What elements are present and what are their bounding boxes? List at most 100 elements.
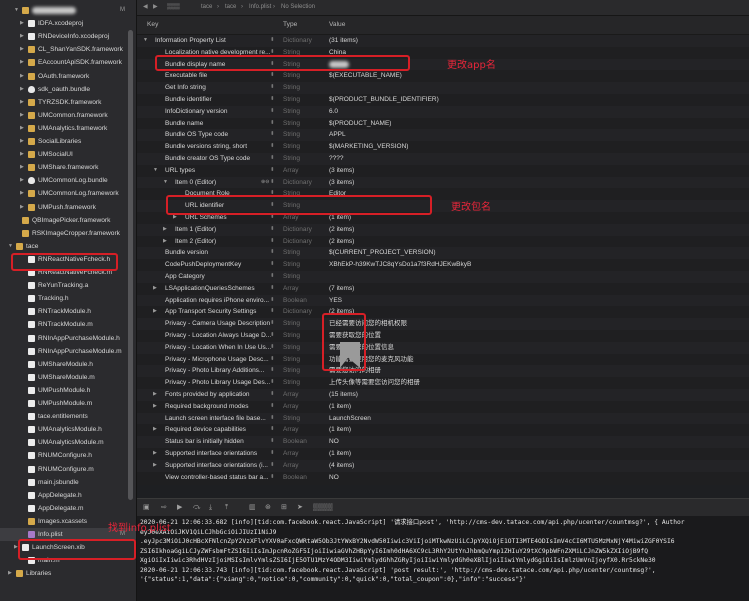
key-stepper-icon[interactable]: ⬍ <box>270 247 275 259</box>
plist-type[interactable]: String <box>283 118 300 130</box>
key-stepper-icon[interactable]: ⬍ <box>270 236 275 248</box>
disclosure-closed-icon[interactable]: ▶ <box>20 135 26 148</box>
key-stepper-icon[interactable]: ⬍ <box>270 224 275 236</box>
sidebar-item[interactable]: ReYunTracking.a <box>0 279 136 292</box>
sidebar-item[interactable]: UMPushModule.h <box>0 384 136 397</box>
plist-type[interactable]: Array <box>283 448 299 460</box>
sidebar-item[interactable]: ▶ IDFA.xcodeproj <box>0 17 136 30</box>
plist-row[interactable]: Bundle OS Type code ⬍ String APPL <box>137 129 749 142</box>
sidebar-item[interactable]: AppDelegate.m <box>0 502 136 515</box>
plist-type[interactable]: String <box>283 141 300 153</box>
key-stepper-icon[interactable]: ⬍ <box>270 306 275 318</box>
key-stepper-icon[interactable]: ⬍ <box>270 295 275 307</box>
plist-type[interactable]: String <box>283 354 300 366</box>
plist-row[interactable]: ▶ Supported interface orientations ⬍ Array (… <box>137 448 749 460</box>
sidebar-item[interactable]: ▶ RNDeviceInfo.xcodeproj <box>0 30 136 43</box>
plist-value[interactable]: 上传头像等需要您访问您的相册 <box>329 377 420 389</box>
sidebar-item[interactable]: AppDelegate.h <box>0 489 136 502</box>
key-stepper-icon[interactable]: ⬍ <box>270 460 275 472</box>
plist-row[interactable]: Privacy - Location When In Use Us... ⬍ Str… <box>137 341 749 354</box>
key-stepper-icon[interactable]: ⬍ <box>270 354 275 366</box>
plist-type[interactable]: Array <box>283 424 299 436</box>
column-value[interactable]: Value <box>329 16 345 34</box>
hide-debug-icon[interactable]: ▣ <box>143 499 150 516</box>
step-out-icon[interactable]: ⤒ <box>225 499 228 516</box>
disclosure-open-icon[interactable]: ▼ <box>8 240 14 253</box>
sidebar-item[interactable]: UMAnalyticsModule.h <box>0 423 136 436</box>
sidebar-item[interactable]: ▼ tace <box>0 240 136 253</box>
sidebar-item[interactable]: ▼ M <box>0 4 136 17</box>
sidebar-item[interactable]: ▶ UMCommonLog.framework <box>0 187 136 200</box>
plist-type[interactable]: String <box>283 106 300 118</box>
breadcrumb-3[interactable]: No Selection <box>281 0 315 15</box>
plist-row[interactable]: ▶ App Transport Security Settings ⬍ Diction… <box>137 306 749 318</box>
plist-type[interactable]: String <box>283 94 300 106</box>
plist-type[interactable]: String <box>283 318 300 330</box>
plist-value[interactable]: $(PRODUCT_BUNDLE_IDENTIFIER) <box>329 94 439 106</box>
add-remove-icon[interactable]: ⊕⊖ <box>261 177 269 189</box>
key-stepper-icon[interactable]: ⬍ <box>270 153 275 165</box>
disclosure-closed-icon[interactable]: ▶ <box>20 17 26 30</box>
key-stepper-icon[interactable]: ⬍ <box>270 330 275 342</box>
plist-value[interactable]: $(PRODUCT_NAME) <box>329 118 391 130</box>
plist-value[interactable]: (1 item) <box>329 401 351 413</box>
disclosure-closed-icon[interactable]: ▶ <box>153 389 157 401</box>
plist-value[interactable]: (31 items) <box>329 35 358 47</box>
disclosure-closed-icon[interactable]: ▶ <box>163 224 167 236</box>
plist-row[interactable]: Executable file ⬍ String $(EXECUTABLE_NAME) <box>137 70 749 82</box>
plist-value[interactable]: YES <box>329 295 342 307</box>
disclosure-closed-icon[interactable]: ▶ <box>153 306 157 318</box>
disclosure-closed-icon[interactable]: ▶ <box>20 161 26 174</box>
key-stepper-icon[interactable]: ⬍ <box>270 424 275 436</box>
sidebar-item[interactable]: ▶ UMAnalytics.framework <box>0 122 136 135</box>
plist-type[interactable]: Boolean <box>283 295 307 307</box>
sidebar-item[interactable]: RNTrackModule.m <box>0 318 136 331</box>
sidebar-item[interactable]: RNUMConfigure.h <box>0 449 136 462</box>
plist-row[interactable]: Bundle name ⬍ String $(PRODUCT_NAME) <box>137 118 749 130</box>
sidebar-item[interactable]: ▶ sdk_oauth.bundle <box>0 83 136 96</box>
key-stepper-icon[interactable]: ⬍ <box>270 377 275 389</box>
step-over-icon[interactable]: ⤼ <box>193 499 200 516</box>
sidebar-item[interactable]: ▶ UMCommonLog.bundle <box>0 174 136 187</box>
plist-type[interactable]: Array <box>283 165 299 177</box>
key-stepper-icon[interactable]: ⬍ <box>270 177 275 189</box>
plist-row[interactable]: Privacy - Camera Usage Description ⬍ Strin… <box>137 318 749 330</box>
disclosure-closed-icon[interactable]: ▶ <box>20 56 26 69</box>
plist-value[interactable]: NO <box>329 436 339 448</box>
disclosure-closed-icon[interactable]: ▶ <box>20 70 26 83</box>
disclosure-open-icon[interactable]: ▼ <box>153 165 158 177</box>
key-stepper-icon[interactable]: ⬍ <box>270 436 275 448</box>
plist-row[interactable]: CodePushDeploymentKey ⬍ String XBhEkP-h39Kw… <box>137 259 749 271</box>
key-stepper-icon[interactable]: ⬍ <box>270 271 275 283</box>
plist-row[interactable]: ▶ Supported interface orientations (i... ⬍… <box>137 459 749 472</box>
plist-type[interactable]: Dictionary <box>283 35 312 47</box>
plist-type[interactable]: Boolean <box>283 472 307 484</box>
plist-value[interactable]: (3 items) <box>329 165 354 177</box>
plist-type[interactable]: Array <box>283 283 299 295</box>
disclosure-open-icon[interactable]: ▼ <box>163 177 168 189</box>
plist-type[interactable]: String <box>283 70 300 82</box>
plist-row[interactable]: Bundle version ⬍ String $(CURRENT_PROJECT_V… <box>137 247 749 260</box>
plist-type[interactable]: String <box>283 413 300 425</box>
plist-row[interactable]: ▼ URL types ⬍ Array (3 items) <box>137 165 749 177</box>
key-stepper-icon[interactable]: ⬍ <box>270 118 275 130</box>
disclosure-closed-icon[interactable]: ▶ <box>20 30 26 43</box>
key-stepper-icon[interactable]: ⬍ <box>270 259 275 271</box>
plist-row[interactable]: ▶ Item 1 (Editor) ⬍ Dictionary (2 items) <box>137 223 749 236</box>
plist-row[interactable]: Launch screen interface file base... ⬍ Str… <box>137 412 749 425</box>
column-key[interactable]: Key <box>147 16 158 34</box>
plist-type[interactable]: Array <box>283 389 299 401</box>
key-stepper-icon[interactable]: ⬍ <box>270 342 275 354</box>
sidebar-item[interactable]: ▶ UMSocialUI <box>0 148 136 161</box>
disclosure-closed-icon[interactable]: ▶ <box>20 83 26 96</box>
sidebar-item[interactable]: ▶ OAuth.framework <box>0 70 136 83</box>
disclosure-closed-icon[interactable]: ▶ <box>153 424 157 436</box>
key-stepper-icon[interactable]: ⬍ <box>270 365 275 377</box>
plist-type[interactable]: String <box>283 330 300 342</box>
disclosure-closed-icon[interactable]: ▶ <box>20 174 26 187</box>
plist-type[interactable]: String <box>283 259 300 271</box>
sidebar-item[interactable]: Tracking.h <box>0 292 136 305</box>
plist-value[interactable]: $(EXECUTABLE_NAME) <box>329 70 402 82</box>
sidebar-item[interactable]: ▶ UMShare.framework <box>0 161 136 174</box>
plist-value[interactable]: $(MARKETING_VERSION) <box>329 141 408 153</box>
